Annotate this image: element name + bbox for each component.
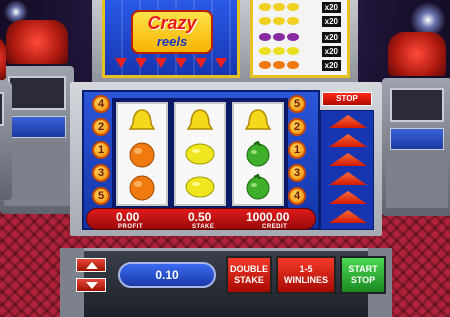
- paytable-row: x20: [259, 44, 341, 58]
- payline-left-badge[interactable]: 3: [92, 164, 110, 182]
- bell-icon: [259, 17, 322, 25]
- logo-title: Crazy: [147, 13, 197, 33]
- ladder-step-icon: [329, 153, 367, 166]
- lemon-icon: [176, 137, 224, 170]
- background-slot-machine-left-far: [0, 30, 12, 200]
- orange-icon: [118, 137, 166, 170]
- start-stop-button[interactable]: START STOP: [340, 256, 386, 294]
- reel-window: [112, 98, 288, 210]
- ladder-step-icon: [329, 191, 367, 204]
- start-line2: STOP: [350, 275, 376, 285]
- stake-label: STAKE: [192, 224, 215, 230]
- orange-icon: [118, 170, 166, 203]
- profit-label: PROFIT: [118, 224, 143, 230]
- payline-right-badge[interactable]: 2: [288, 118, 306, 136]
- start-line1: START: [348, 264, 378, 274]
- orange-icon: [259, 61, 322, 69]
- bet-decrease-button[interactable]: [76, 278, 106, 292]
- winlines-line2: WINLINES: [284, 275, 328, 285]
- payline-right-badge[interactable]: 5: [288, 95, 306, 113]
- game-logo: Crazy reels: [131, 10, 213, 54]
- payline-left-badge[interactable]: 4: [92, 95, 110, 113]
- paytable-row: x20: [259, 0, 341, 14]
- payline-left-badge[interactable]: 2: [92, 118, 110, 136]
- reel-3: [232, 102, 284, 206]
- payline-right-badge[interactable]: 1: [288, 141, 306, 159]
- bet-increase-button[interactable]: [76, 258, 106, 272]
- lemon-icon: [259, 47, 322, 55]
- decor-arrows: [115, 58, 227, 68]
- credit-label: CREDIT: [262, 224, 288, 230]
- logo-panel: Crazy reels: [102, 0, 240, 78]
- bell-icon: [176, 104, 224, 137]
- payline-left-badge[interactable]: 1: [92, 141, 110, 159]
- logo-subtitle: reels: [156, 34, 188, 49]
- paytable-multiplier: x20: [321, 31, 341, 43]
- ladder-step-icon: [329, 134, 367, 147]
- arrow-down-icon: [86, 282, 98, 289]
- paytable-multiplier: x20: [321, 45, 341, 57]
- lemon-icon: [176, 170, 224, 203]
- gamble-ladder: [320, 110, 374, 230]
- ladder-step-icon: [329, 115, 367, 128]
- double-stake-button[interactable]: DOUBLE STAKE: [226, 256, 272, 294]
- winlines-button[interactable]: 1-5 WINLINES: [276, 256, 336, 294]
- credit-value: 1000.00: [246, 210, 290, 224]
- paytable-row: x20: [259, 58, 341, 72]
- payline-right-badge[interactable]: 4: [288, 187, 306, 205]
- grapes-icon: [259, 33, 322, 41]
- payline-right-badge[interactable]: 3: [288, 164, 306, 182]
- paytable-multiplier: x20: [321, 15, 341, 27]
- ladder-step-icon: [329, 172, 367, 185]
- double-stake-line1: DOUBLE: [230, 264, 268, 274]
- paytable-multiplier: x20: [321, 59, 341, 71]
- reel-2: [174, 102, 226, 206]
- reel-1: [116, 102, 168, 206]
- paytable-row: x20: [259, 30, 341, 44]
- paytable: x20 x20 x20 x20 x20: [250, 0, 350, 78]
- winlines-line1: 1-5: [299, 264, 313, 274]
- profit-value: 0.00: [116, 210, 140, 224]
- arrow-up-icon: [86, 262, 98, 269]
- background-slot-machine-right: [382, 26, 450, 216]
- melon-icon: [234, 170, 282, 203]
- paytable-multiplier: x20: [321, 1, 341, 13]
- gamble-stop-button[interactable]: STOP: [322, 92, 372, 106]
- paytable-row: x20: [259, 14, 341, 28]
- double-stake-line2: STAKE: [234, 275, 264, 285]
- ladder-step-icon: [329, 210, 367, 223]
- stake-value: 0.50: [188, 210, 212, 224]
- bell-icon: [118, 104, 166, 137]
- payline-left-badge[interactable]: 5: [92, 187, 110, 205]
- bell-icon: [234, 104, 282, 137]
- melon-icon: [234, 137, 282, 170]
- bell-icon: [259, 3, 322, 11]
- bet-value-display: 0.10: [118, 262, 216, 288]
